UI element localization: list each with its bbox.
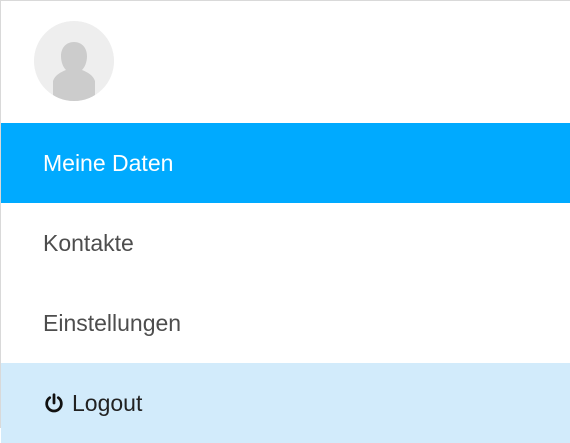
menu-item-meine-daten[interactable]: Meine Daten [1, 123, 570, 203]
profile-menu: Meine Daten Kontakte Einstellungen Logou… [0, 0, 570, 443]
logout-label: Logout [72, 389, 143, 416]
profile-header [1, 1, 570, 123]
menu-item-label: Kontakte [43, 229, 134, 256]
menu-item-label: Meine Daten [43, 149, 174, 176]
power-icon [43, 392, 65, 414]
menu-item-einstellungen[interactable]: Einstellungen [1, 283, 570, 363]
menu-item-kontakte[interactable]: Kontakte [1, 203, 570, 283]
menu-item-label: Einstellungen [43, 309, 182, 336]
avatar[interactable] [34, 21, 114, 101]
logout-button[interactable]: Logout [1, 363, 570, 443]
user-avatar-icon [34, 21, 114, 101]
